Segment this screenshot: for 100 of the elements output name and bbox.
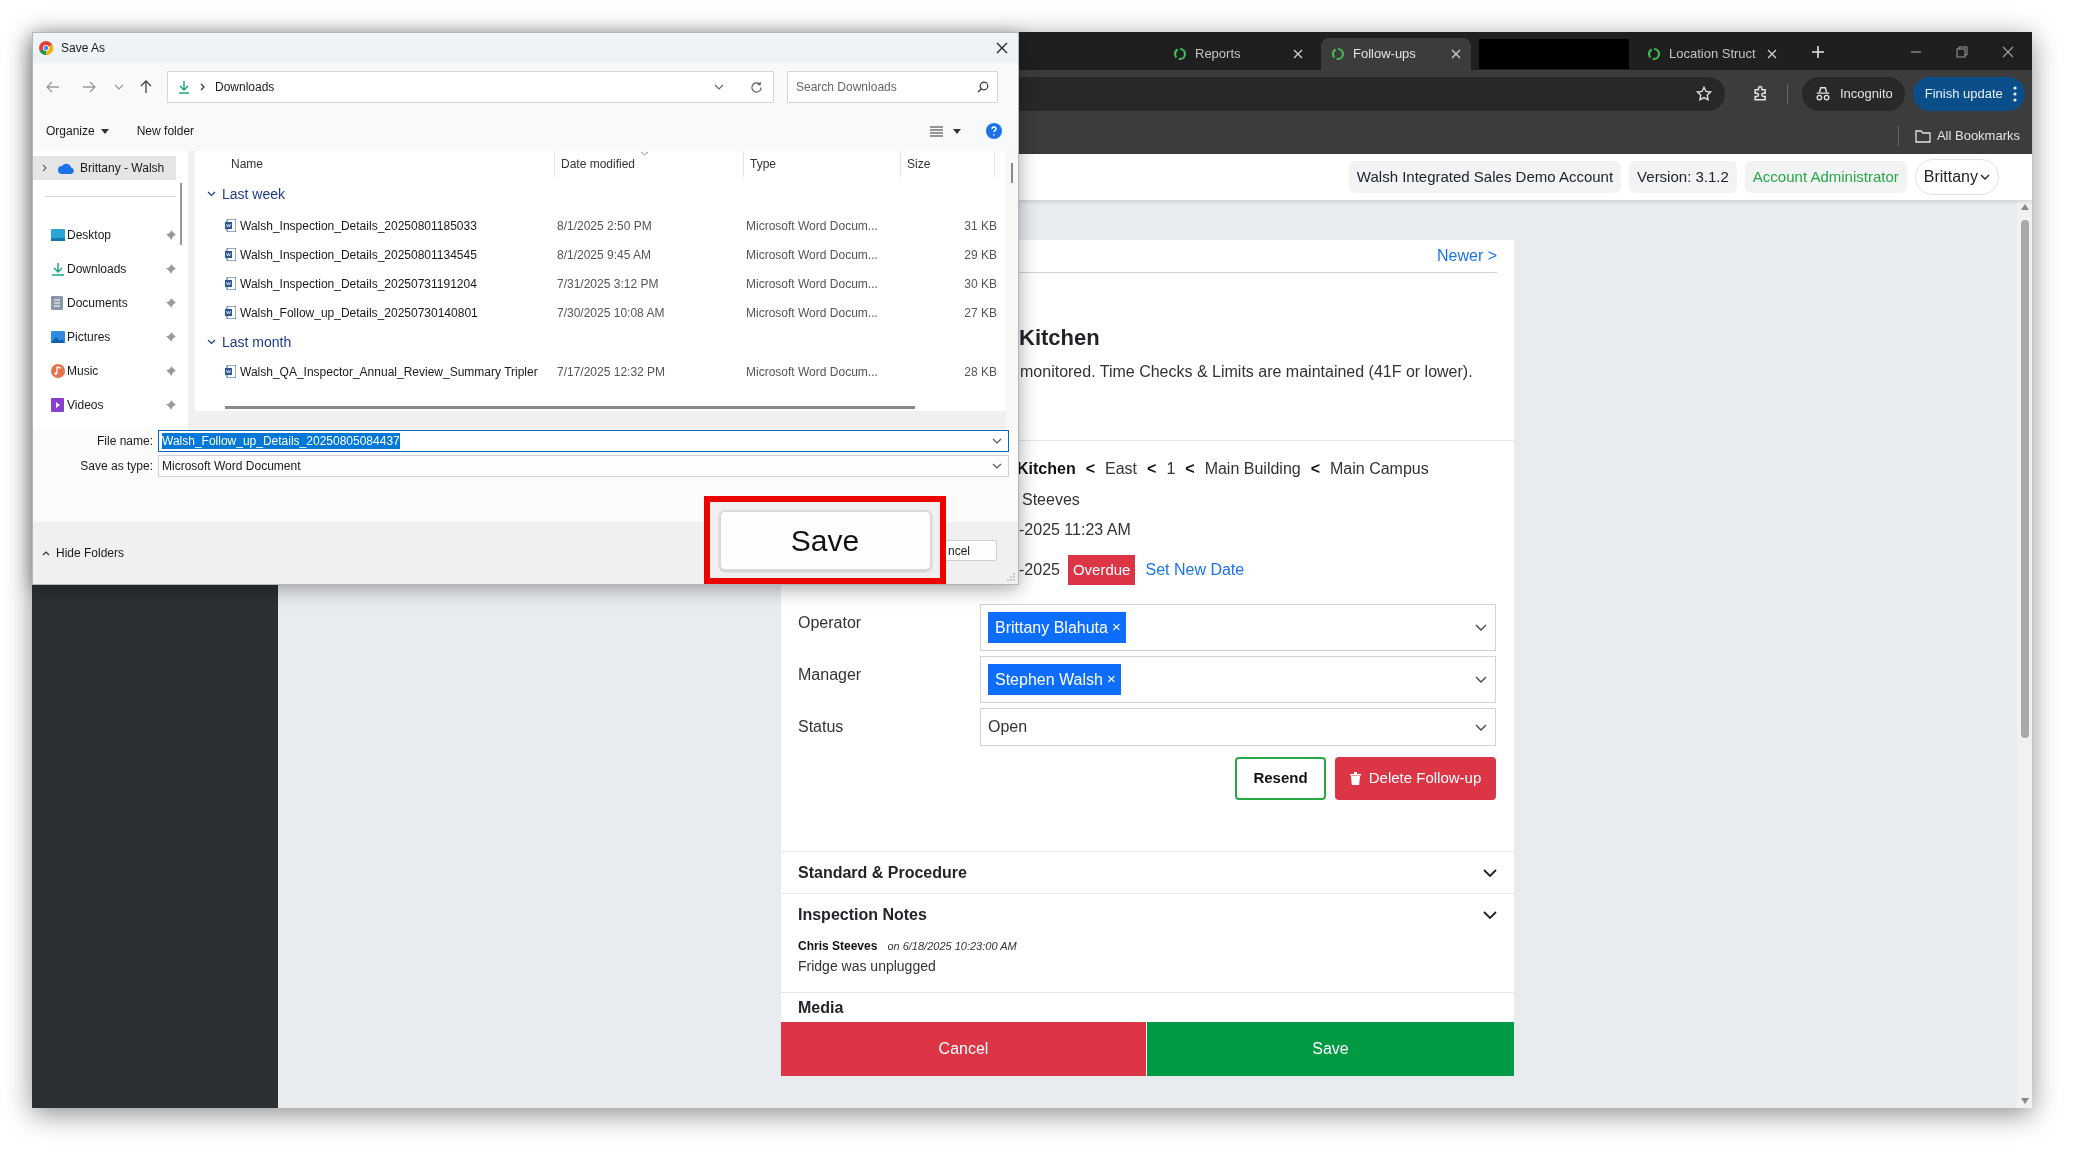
file-name: Walsh_Follow_up_Details_20250730140801 bbox=[240, 304, 478, 322]
bookmarks-folder[interactable]: All Bookmarks bbox=[1936, 126, 2020, 146]
browser-tab[interactable]: Follow-ups bbox=[1321, 38, 1471, 70]
document-icon bbox=[51, 296, 63, 310]
search-field[interactable]: Search Downloads bbox=[787, 71, 998, 103]
forward-icon[interactable] bbox=[82, 81, 96, 93]
word-document-icon bbox=[225, 306, 236, 319]
status-select[interactable]: Open bbox=[980, 708, 1496, 746]
chevron-icon bbox=[200, 83, 205, 91]
hide-folders-button[interactable]: Hide Folders bbox=[42, 544, 125, 562]
collapse-icon[interactable] bbox=[207, 191, 216, 197]
version-label: Version: 3.1.2 bbox=[1629, 160, 1737, 194]
file-row[interactable]: Walsh_Inspection_Details_20250731191204 7/31/2025 3:12 PM Microsoft Word Docum... 30 KB bbox=[195, 269, 997, 298]
address-field[interactable]: Downloads bbox=[167, 71, 774, 103]
file-date: 8/1/2025 9:45 AM bbox=[557, 246, 653, 264]
browser-tab[interactable]: Location Struct bbox=[1637, 38, 1787, 70]
scrollbar-thumb[interactable] bbox=[180, 183, 182, 245]
collapse-icon[interactable] bbox=[207, 339, 216, 345]
nav-item[interactable]: Desktop bbox=[33, 218, 176, 252]
chevron-down-icon[interactable] bbox=[1483, 911, 1497, 919]
section-title[interactable]: Media bbox=[798, 998, 1497, 1018]
history-caret-icon[interactable] bbox=[114, 84, 124, 90]
scrollbar[interactable] bbox=[1006, 151, 1018, 429]
role-label: Account Administrator bbox=[1744, 160, 1907, 194]
scrollbar-thumb[interactable] bbox=[225, 406, 915, 409]
scroll-down-icon[interactable] bbox=[2020, 1098, 2029, 1104]
star-icon[interactable] bbox=[1695, 85, 1713, 103]
column-header[interactable]: Size bbox=[901, 151, 995, 177]
incognito-button[interactable]: Incognito bbox=[1802, 77, 1905, 111]
caret-icon[interactable] bbox=[953, 128, 961, 134]
up-icon[interactable] bbox=[140, 80, 152, 94]
path-item: 1 bbox=[1166, 459, 1176, 479]
field-label: Status bbox=[798, 717, 845, 737]
field-label: Manager bbox=[798, 665, 863, 685]
dropdown-caret-icon[interactable] bbox=[992, 438, 1002, 444]
expand-icon[interactable] bbox=[42, 164, 47, 172]
chevron-down-icon[interactable] bbox=[1483, 868, 1497, 877]
save-button[interactable]: Save bbox=[718, 509, 932, 571]
scroll-up-icon[interactable] bbox=[2020, 204, 2029, 210]
column-header[interactable]: Type bbox=[744, 151, 901, 177]
more-icon[interactable] bbox=[2012, 86, 2017, 102]
column-header[interactable]: Date modified bbox=[555, 151, 744, 177]
set-date-link[interactable]: Set New Date bbox=[1145, 558, 1245, 582]
tag-field[interactable]: Stephen Walsh × bbox=[980, 656, 1496, 703]
resend-button[interactable]: Resend bbox=[1235, 757, 1326, 800]
update-button[interactable]: Finish update bbox=[1912, 77, 2025, 111]
tag-label: Stephen Walsh bbox=[995, 669, 1103, 690]
dropdown-caret-icon[interactable] bbox=[992, 463, 1002, 469]
resize-grip-icon[interactable] bbox=[1006, 572, 1015, 581]
new-folder-button[interactable]: New folder bbox=[130, 118, 201, 144]
file-name-field[interactable]: Walsh_Follow_up_Details_20250805084437 bbox=[158, 430, 1009, 452]
file-row[interactable]: Walsh_Inspection_Details_20250801134545 8/1/2025 9:45 AM Microsoft Word Docum... 29 KB bbox=[195, 240, 997, 269]
scrollbar[interactable] bbox=[2017, 200, 2032, 1108]
folder-icon bbox=[1914, 129, 1931, 143]
delete-button[interactable]: Delete Follow-up bbox=[1335, 757, 1496, 800]
file-type-select[interactable]: Microsoft Word Document bbox=[158, 455, 1009, 477]
nav-item[interactable]: Videos bbox=[33, 388, 176, 422]
word-document-icon bbox=[225, 365, 236, 378]
image-icon bbox=[51, 331, 65, 343]
nav-item[interactable]: Pictures bbox=[33, 320, 176, 354]
nav-item[interactable]: Music bbox=[33, 354, 176, 388]
file-row[interactable]: Walsh_QA_Inspector_Annual_Review_Summary Tripler 7/17/2025 12:32 PM Microsoft Word Docum... 28 KB bbox=[195, 357, 997, 386]
help-icon[interactable] bbox=[986, 123, 1002, 139]
close-icon[interactable] bbox=[996, 42, 1008, 54]
chevron-down-icon[interactable] bbox=[1475, 624, 1487, 631]
cancel-button[interactable]: Cancel bbox=[781, 1022, 1146, 1076]
path-separator: < bbox=[1085, 459, 1095, 479]
tag-field[interactable]: Brittany Blahuta × bbox=[980, 604, 1496, 651]
section-title[interactable]: Standard & Procedure bbox=[798, 860, 967, 885]
file-size: 31 KB bbox=[963, 217, 997, 235]
browser-tab[interactable]: Reports bbox=[1163, 38, 1313, 70]
music-icon bbox=[51, 364, 65, 378]
chevron-down-icon[interactable] bbox=[1475, 676, 1487, 683]
nav-item[interactable]: Downloads bbox=[33, 252, 176, 286]
scrollbar-thumb[interactable] bbox=[2020, 220, 2029, 738]
view-icon[interactable] bbox=[930, 125, 943, 137]
cancel-button[interactable]: ncel bbox=[946, 540, 997, 561]
inspector-name: Steeves bbox=[1022, 491, 1080, 508]
section-title[interactable]: Inspection Notes bbox=[798, 903, 927, 927]
dropdown-caret-icon[interactable] bbox=[714, 84, 724, 90]
nav-item[interactable]: Brittany - Walsh bbox=[33, 156, 176, 180]
close-icon[interactable] bbox=[2002, 46, 2014, 58]
new-tab-icon[interactable] bbox=[1811, 45, 1825, 59]
column-header[interactable]: Name bbox=[195, 151, 555, 177]
organize-button[interactable]: Organize bbox=[40, 118, 115, 144]
remove-tag-button[interactable]: × bbox=[1111, 616, 1121, 639]
note-timestamp: on 6/18/2025 10:23:00 AM bbox=[887, 939, 1017, 954]
newer-link[interactable]: Newer > bbox=[1436, 244, 1497, 268]
chevron-down-icon[interactable] bbox=[1475, 723, 1487, 731]
remove-tag-button[interactable]: × bbox=[1106, 668, 1116, 691]
nav-item[interactable]: Documents bbox=[33, 286, 176, 320]
refresh-icon[interactable] bbox=[750, 80, 763, 94]
file-type: Microsoft Word Docum... bbox=[746, 275, 879, 293]
back-icon[interactable] bbox=[46, 81, 60, 93]
file-row[interactable]: Walsh_Inspection_Details_20250801185033 8/1/2025 2:50 PM Microsoft Word Docum... 31 KB bbox=[195, 211, 997, 240]
dialog-title: Save As bbox=[61, 40, 106, 57]
save-button[interactable]: Save bbox=[1147, 1022, 1514, 1076]
file-row[interactable]: Walsh_Follow_up_Details_20250730140801 7/30/2025 10:08 AM Microsoft Word Docum... 27 KB bbox=[195, 298, 997, 327]
restore-icon[interactable] bbox=[1956, 46, 1968, 58]
account-name: Walsh Integrated Sales Demo Account bbox=[1348, 160, 1622, 194]
